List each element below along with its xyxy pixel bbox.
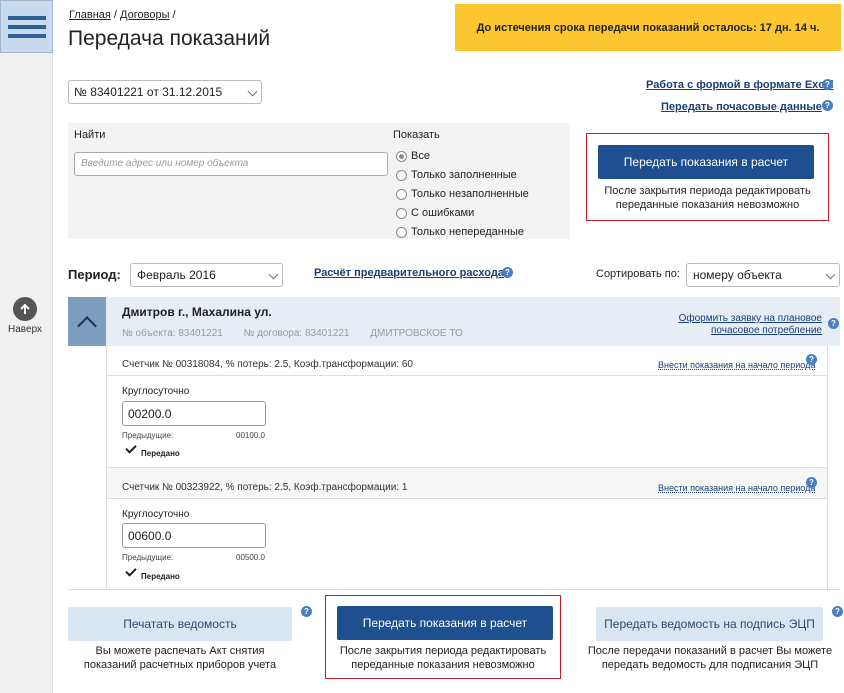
note-line: переданные показания невозможно	[351, 659, 535, 671]
note-line: переданные показания невозможно	[615, 199, 800, 211]
filter-option-label: С ошибками	[411, 207, 475, 219]
checkmark-icon	[125, 565, 137, 577]
meter-title: Счетчик № 00323922, % потерь: 2.5, Коэф.…	[122, 482, 408, 493]
find-label: Найти	[74, 129, 106, 141]
filter-option-unfilled[interactable]: Только незаполненные	[396, 188, 529, 200]
preliminary-consumption-link[interactable]: Расчёт предварительного расхода	[314, 267, 504, 279]
show-label: Показать	[393, 129, 440, 141]
help-icon[interactable]: ?	[806, 477, 817, 488]
submit-readings-button-top[interactable]: Передать показания в расчет	[598, 145, 814, 179]
initial-reading-link[interactable]: Внести показания на начало периода	[658, 483, 815, 493]
filter-option-label: Только непереданные	[411, 226, 524, 238]
filter-option-filled[interactable]: Только заполненные	[396, 169, 517, 181]
note-line: показаний расчетных приборов учета	[83, 659, 277, 671]
chevron-down-icon	[247, 86, 258, 97]
period-select[interactable]: Февраль 2016	[130, 263, 283, 287]
radio-icon[interactable]	[396, 188, 407, 200]
filter-option-label: Только заполненные	[411, 169, 517, 181]
chevron-down-icon	[825, 269, 836, 280]
object-name: Дмитров г., Махалина ул.	[122, 305, 272, 319]
hourly-link-row: Передать почасовые данные	[661, 101, 822, 113]
filter-option-all[interactable]: Все	[396, 150, 430, 162]
sort-select[interactable]: номеру объекта	[686, 263, 840, 287]
link-line: Оформить заявку на плановое	[678, 313, 822, 324]
help-icon[interactable]: ?	[822, 79, 833, 90]
excel-link-row: Работа с формой в формате Excel	[646, 79, 834, 91]
sign-note: После передачи показаний в расчет Вы мож…	[584, 644, 836, 672]
previous-value: 00500.0	[236, 553, 265, 562]
breadcrumb-separator: /	[169, 9, 176, 21]
help-icon[interactable]: ?	[832, 606, 843, 617]
object-number: № объекта: 83401221	[122, 328, 223, 339]
breadcrumb-home[interactable]: Главная	[69, 9, 111, 21]
sort-value: номеру объекта	[693, 268, 782, 282]
help-icon[interactable]: ?	[822, 100, 833, 111]
submit-note-bottom: После закрытия периода редактировать пер…	[327, 644, 559, 672]
previous-label: Предыдущие:	[122, 553, 174, 562]
previous-label: Предыдущие:	[122, 431, 174, 440]
deadline-banner: До истечения срока передачи показаний ос…	[455, 4, 841, 51]
contract-number: № договора: 83401221	[243, 328, 350, 339]
back-to-top-label[interactable]: Наверх	[0, 324, 50, 335]
checkmark-icon	[125, 442, 137, 454]
sort-label: Сортировать по:	[596, 268, 680, 280]
filter-panel	[68, 123, 570, 239]
period-value: Февраль 2016	[137, 268, 216, 282]
filter-option-label: Только незаполненные	[411, 188, 529, 200]
contract-select-value: № 83401221 от 31.12.2015	[74, 85, 223, 99]
menu-icon[interactable]	[0, 0, 53, 53]
radio-icon[interactable]	[396, 226, 407, 238]
chevron-down-icon	[268, 269, 279, 280]
meter-title: Счетчик № 00318084, % потерь: 2.5, Коэф.…	[122, 359, 413, 370]
filter-option-errors[interactable]: С ошибками	[396, 207, 474, 219]
help-icon[interactable]: ?	[502, 267, 513, 278]
note-line: передать ведомость для подписания ЭЦП	[601, 659, 819, 671]
page-title: Передача показаний	[68, 27, 271, 50]
print-sheet-button[interactable]: Печатать ведомость	[68, 607, 292, 641]
submit-note-top: После закрытия периода редактировать пер…	[590, 184, 825, 212]
tariff-zone-label: Круглосуточно	[122, 386, 190, 397]
search-input[interactable]: Введите адрес или номер объекта	[74, 152, 388, 176]
radio-icon[interactable]	[396, 150, 407, 162]
breadcrumb: Главная / Договоры /	[69, 9, 176, 21]
help-icon[interactable]: ?	[301, 606, 312, 617]
submit-readings-button-bottom[interactable]: Передать показания в расчет	[337, 606, 553, 640]
link-line: почасовое потребление	[711, 325, 822, 336]
note-line: После передачи показаний в расчет Вы мож…	[587, 645, 833, 657]
breadcrumb-contracts[interactable]: Договоры	[120, 9, 169, 21]
filter-option-label: Все	[411, 150, 430, 162]
note-line: После закрытия периода редактировать	[339, 645, 547, 657]
help-icon[interactable]: ?	[806, 354, 817, 365]
arrow-up-icon[interactable]	[13, 297, 37, 321]
section-divider	[68, 589, 840, 590]
initial-reading-link[interactable]: Внести показания на начало периода	[658, 360, 815, 370]
sent-status: Передано	[141, 449, 180, 458]
note-line: Вы можете распечать Акт снятия	[95, 645, 265, 657]
hourly-request-link[interactable]: Оформить заявку на плановое почасовое по…	[679, 313, 822, 337]
chevron-up-icon[interactable]	[68, 297, 106, 346]
left-rail: Наверх	[0, 0, 53, 693]
sign-ecp-button[interactable]: Передать ведомость на подпись ЭЦП	[596, 607, 823, 641]
contract-select[interactable]: № 83401221 от 31.12.2015	[68, 80, 262, 104]
excel-form-link[interactable]: Работа с формой в формате Excel	[646, 79, 834, 91]
object-meta: № объекта: 83401221 № договора: 83401221…	[122, 328, 481, 339]
period-label: Период:	[68, 267, 121, 282]
radio-icon[interactable]	[396, 169, 407, 181]
object-region: ДМИТРОВСКОЕ ТО	[370, 328, 463, 339]
tariff-zone-label: Круглосуточно	[122, 509, 190, 520]
filter-option-unsent[interactable]: Только непереданные	[396, 226, 524, 238]
sent-status: Передано	[141, 572, 180, 581]
radio-icon[interactable]	[396, 207, 407, 219]
breadcrumb-separator: /	[110, 9, 121, 21]
note-line: После закрытия периода редактировать	[604, 185, 811, 197]
reading-input[interactable]: 00600.0	[122, 523, 266, 548]
previous-value: 00100.0	[236, 431, 265, 440]
reading-input[interactable]: 00200.0	[122, 401, 266, 426]
hourly-data-link[interactable]: Передать почасовые данные	[661, 101, 822, 113]
print-note: Вы можете распечать Акт снятия показаний…	[68, 644, 292, 672]
meter-divider	[827, 346, 828, 589]
help-icon[interactable]: ?	[828, 318, 839, 329]
